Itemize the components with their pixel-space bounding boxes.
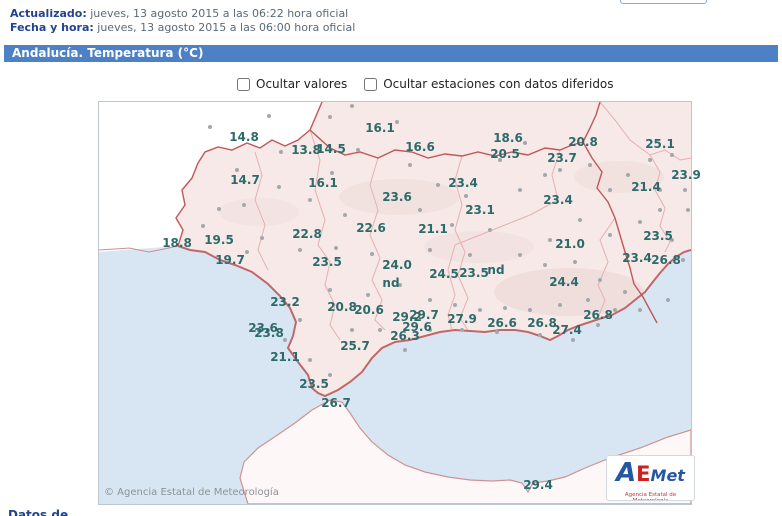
temperature-value: 19.5 [204, 233, 234, 247]
truncated-dropdown[interactable] [620, 0, 707, 4]
temperature-value: 20.8 [327, 300, 357, 314]
aemet-logo: AEMet Agencia Estatal de Meteorología [606, 455, 695, 501]
aemet-logo-a: A [616, 458, 636, 488]
datetime-value: jueves, 13 agosto 2015 a las 06:00 hora … [97, 21, 355, 34]
temperature-value: 25.1 [645, 137, 675, 151]
temperature-value: 21.1 [270, 350, 300, 364]
temperature-value: nd [487, 263, 504, 277]
temperature-value: 20.6 [354, 303, 384, 317]
clipped-bottom-text: Datos de [8, 508, 68, 516]
temperature-value: 20.8 [568, 135, 598, 149]
datetime-line: Fecha y hora: jueves, 13 agosto 2015 a l… [10, 21, 355, 35]
temperature-value: 18.8 [162, 236, 192, 250]
temperature-value: 23.8 [254, 326, 284, 340]
temperature-value: 26.8 [651, 253, 681, 267]
temperature-value: 18.6 [493, 131, 523, 145]
temperature-value: 19.7 [215, 253, 245, 267]
temperature-value: 23.4 [543, 193, 573, 207]
temperature-value: 23.9 [671, 168, 701, 182]
temperature-value: 23.6 [382, 190, 412, 204]
temperature-value: 26.3 [390, 329, 420, 343]
temperature-value: 16.1 [308, 176, 338, 190]
temperature-value: 21.1 [418, 222, 448, 236]
page-header: Actualizado: jueves, 13 agosto 2015 a la… [10, 7, 355, 35]
temperature-map[interactable]: 14.813.814.516.114.716.116.618.620.520.8… [98, 101, 692, 505]
hide-deferred-stations-checkbox[interactable] [364, 78, 377, 91]
temperature-value: 14.5 [316, 142, 346, 156]
map-controls: Ocultar valores Ocultar estaciones con d… [237, 77, 614, 91]
temperature-value: 23.4 [448, 176, 478, 190]
temperature-value: 26.7 [321, 396, 351, 410]
map-copyright: © Agencia Estatal de Meteorología [104, 487, 279, 498]
updated-line: Actualizado: jueves, 13 agosto 2015 a la… [10, 7, 355, 21]
temperature-value: 27.4 [552, 323, 582, 337]
section-title-bar: Andalucía. Temperatura (°C) [4, 45, 778, 62]
temperature-value: 14.8 [229, 130, 259, 144]
temperature-value: 14.7 [230, 173, 260, 187]
temperature-value: 26.8 [583, 308, 613, 322]
temperature-value: 25.7 [340, 339, 370, 353]
temperature-value: 23.7 [547, 151, 577, 165]
temperature-value: 22.6 [356, 221, 386, 235]
temperature-value: 23.1 [465, 203, 495, 217]
aemet-logo-met: Met [651, 466, 685, 485]
temperature-value: 23.2 [270, 295, 300, 309]
temperature-value: 23.5 [299, 377, 329, 391]
temperature-value: 16.6 [405, 140, 435, 154]
aemet-logo-subtitle: Agencia Estatal de Meteorología [607, 492, 694, 501]
temperature-value: 24.0 [382, 258, 412, 272]
temperature-value: 21.4 [631, 180, 661, 194]
temperature-value: 23.5 [459, 266, 489, 280]
temperature-value: 20.5 [490, 147, 520, 161]
temperature-value: nd [382, 276, 399, 290]
temperature-value: 23.5 [643, 229, 673, 243]
hide-values-label[interactable]: Ocultar valores [256, 77, 347, 91]
temperature-value: 23.4 [622, 251, 652, 265]
hide-values-checkbox[interactable] [237, 78, 250, 91]
aemet-logo-e: E [636, 462, 650, 486]
temperature-value: 16.1 [365, 121, 395, 135]
temperature-labels-layer: 14.813.814.516.114.716.116.618.620.520.8… [99, 102, 691, 504]
temperature-value: 26.6 [487, 316, 517, 330]
datetime-label: Fecha y hora: [10, 21, 94, 34]
temperature-value: 21.0 [555, 237, 585, 251]
temperature-value: 27.9 [447, 312, 477, 326]
temperature-value: 22.8 [292, 227, 322, 241]
hide-deferred-stations-label[interactable]: Ocultar estaciones con datos diferidos [383, 77, 613, 91]
updated-value: jueves, 13 agosto 2015 a las 06:22 hora … [90, 7, 348, 20]
temperature-value: 29.4 [523, 478, 553, 492]
temperature-value: 24.5 [429, 267, 459, 281]
temperature-value: 24.4 [549, 275, 579, 289]
temperature-value: 23.5 [312, 255, 342, 269]
updated-label: Actualizado: [10, 7, 87, 20]
aemet-logo-word: AEMet [607, 458, 694, 491]
